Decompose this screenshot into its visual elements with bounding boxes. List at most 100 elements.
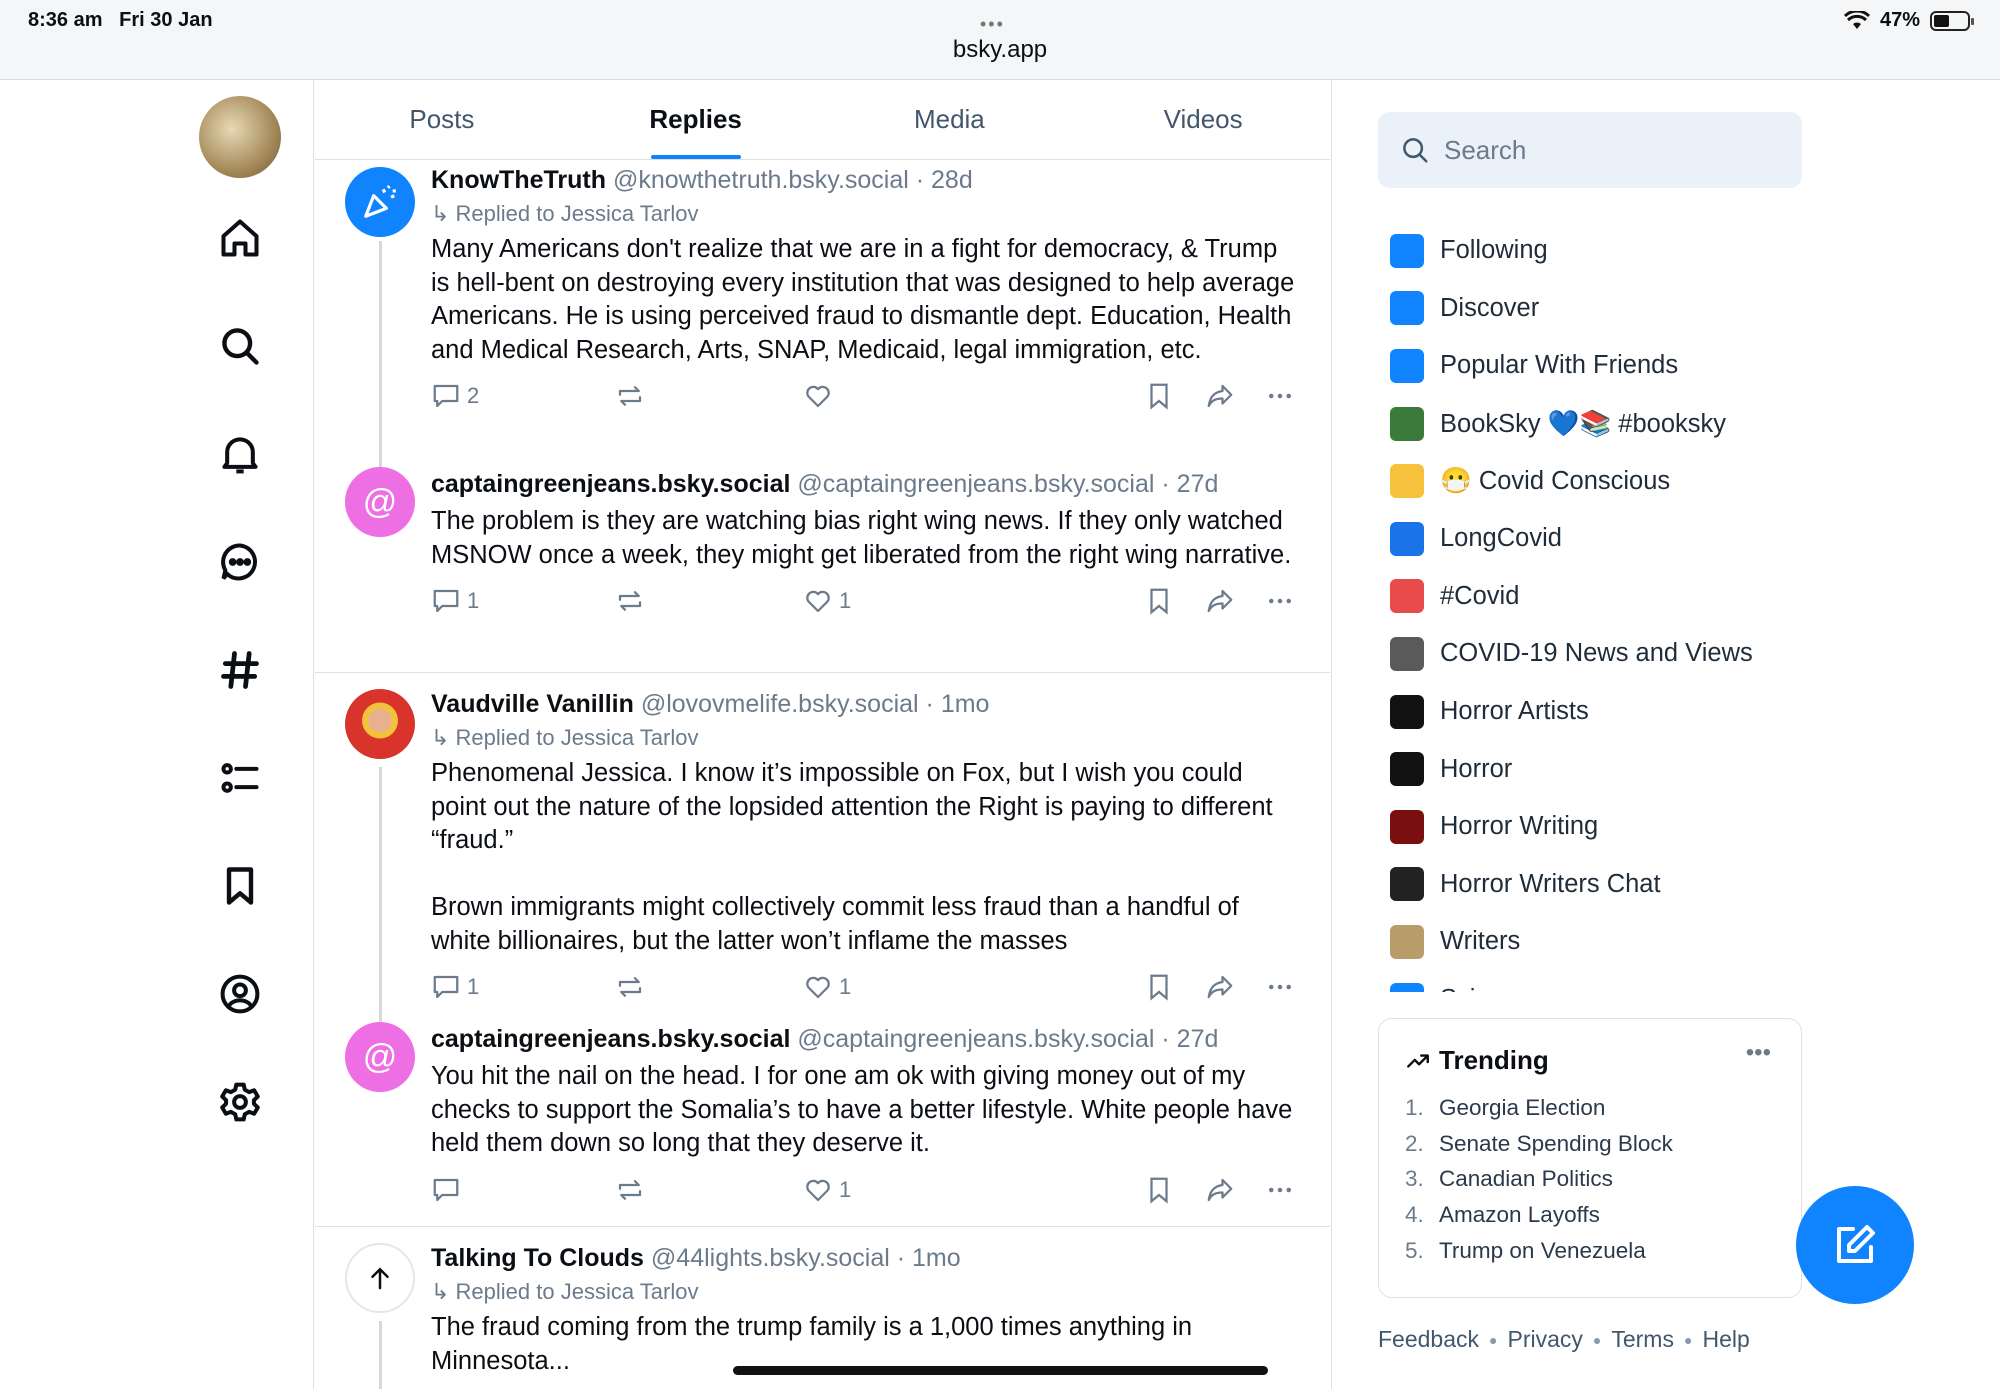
tab-posts[interactable]: Posts bbox=[315, 80, 569, 159]
author-handle[interactable]: @captaingreenjeans.bsky.social bbox=[797, 1025, 1154, 1053]
like-button[interactable]: 1 bbox=[803, 1175, 851, 1205]
feed-item[interactable]: COVID-19 News and Views bbox=[1390, 625, 1810, 683]
feed-item[interactable]: Writers bbox=[1390, 913, 1810, 971]
share-button[interactable] bbox=[1205, 381, 1235, 411]
trending-rank: 2. bbox=[1405, 1130, 1424, 1156]
tab-replies[interactable]: Replies bbox=[569, 80, 823, 159]
browser-menu-dots[interactable]: ••• bbox=[980, 14, 1005, 35]
search-placeholder: Search bbox=[1444, 134, 1527, 165]
trending-arrow-icon bbox=[1407, 1053, 1429, 1068]
trending-topic[interactable]: 4. Amazon Layoffs bbox=[1405, 1197, 1775, 1233]
hashtag-feeds-icon[interactable] bbox=[216, 646, 264, 694]
feed-item-label: Horror bbox=[1440, 754, 1513, 783]
trending-topic[interactable]: 2. Senate Spending Block bbox=[1405, 1126, 1775, 1162]
lists-icon[interactable] bbox=[216, 754, 264, 802]
author-name[interactable]: Vaudville Vanillin bbox=[431, 690, 634, 718]
reply-button[interactable]: 1 bbox=[431, 972, 479, 1002]
user-avatar[interactable]: @ bbox=[345, 467, 415, 537]
feed-item[interactable]: 😷 Covid Conscious bbox=[1390, 452, 1810, 510]
reply-button[interactable]: 1 bbox=[431, 586, 479, 616]
post[interactable]: Talking To Clouds @44lights.bsky.social … bbox=[315, 1227, 1330, 1389]
user-avatar[interactable]: @ bbox=[345, 1022, 415, 1092]
footer-privacy-link[interactable]: Privacy bbox=[1507, 1326, 1582, 1353]
footer-terms-link[interactable]: Terms bbox=[1611, 1326, 1674, 1353]
author-name[interactable]: captaingreenjeans.bsky.social bbox=[431, 1025, 790, 1053]
repost-icon bbox=[618, 977, 642, 997]
more-dots-icon bbox=[1269, 393, 1291, 399]
more-options-button[interactable] bbox=[1265, 972, 1295, 1002]
more-options-button[interactable] bbox=[1265, 1175, 1295, 1205]
trending-topic[interactable]: 5. Trump on Venezuela bbox=[1405, 1233, 1775, 1269]
profile-icon[interactable] bbox=[216, 970, 264, 1018]
feed-item[interactable]: Horror Artists bbox=[1390, 683, 1810, 741]
scroll-to-top-button[interactable] bbox=[345, 1243, 415, 1313]
bookmark-button[interactable] bbox=[1144, 972, 1174, 1002]
home-icon[interactable] bbox=[216, 214, 264, 262]
repost-button[interactable] bbox=[615, 586, 645, 616]
more-options-button[interactable] bbox=[1265, 381, 1295, 411]
feed-item[interactable]: Popular With Friends bbox=[1390, 337, 1810, 395]
feed-item[interactable]: LongCovid bbox=[1390, 510, 1810, 568]
author-name[interactable]: captaingreenjeans.bsky.social bbox=[431, 470, 790, 498]
bookmark-icon[interactable] bbox=[216, 862, 264, 910]
share-button[interactable] bbox=[1205, 1175, 1235, 1205]
like-button[interactable]: 1 bbox=[803, 586, 851, 616]
virus-icon bbox=[1390, 636, 1424, 671]
user-avatar[interactable] bbox=[345, 167, 415, 237]
post[interactable]: KnowTheTruth @knowthetruth.bsky.social ·… bbox=[315, 161, 1330, 481]
trending-more-button[interactable]: ••• bbox=[1746, 1039, 1771, 1067]
tab-media[interactable]: Media bbox=[823, 80, 1077, 159]
post-text: The problem is they are watching bias ri… bbox=[431, 507, 1292, 569]
reply-to-label[interactable]: ↳ Replied to Jessica Tarlov bbox=[431, 199, 1298, 229]
like-button[interactable] bbox=[803, 381, 839, 411]
reply-button[interactable] bbox=[431, 1175, 467, 1205]
feed-item[interactable]: Horror bbox=[1390, 740, 1810, 798]
feed-item-label: LongCovid bbox=[1440, 524, 1562, 553]
reply-button[interactable]: 2 bbox=[431, 381, 479, 411]
settings-gear-icon[interactable] bbox=[216, 1078, 264, 1126]
author-name[interactable]: Talking To Clouds bbox=[431, 1244, 644, 1272]
longcovid-icon bbox=[1390, 521, 1424, 556]
feed-item[interactable]: Discover bbox=[1390, 280, 1810, 338]
bookmark-button[interactable] bbox=[1144, 586, 1174, 616]
notifications-bell-icon[interactable] bbox=[216, 430, 264, 478]
repost-button[interactable] bbox=[615, 381, 645, 411]
profile-avatar[interactable] bbox=[199, 96, 281, 178]
bookmark-button[interactable] bbox=[1144, 381, 1174, 411]
post[interactable]: @ captaingreenjeans.bsky.social @captain… bbox=[315, 1022, 1330, 1226]
like-button[interactable]: 1 bbox=[803, 972, 851, 1002]
author-handle[interactable]: @captaingreenjeans.bsky.social bbox=[797, 470, 1154, 498]
feed-item[interactable]: Science bbox=[1390, 971, 1810, 992]
author-handle[interactable]: @lovovmelife.bsky.social bbox=[641, 690, 919, 718]
bookmark-button[interactable] bbox=[1144, 1175, 1174, 1205]
search-icon[interactable] bbox=[216, 322, 264, 370]
footer-help-link[interactable]: Help bbox=[1702, 1326, 1749, 1353]
compose-post-button[interactable] bbox=[1796, 1186, 1914, 1304]
user-avatar[interactable] bbox=[345, 689, 415, 759]
feed-item[interactable]: Horror Writers Chat bbox=[1390, 856, 1810, 914]
reply-to-label[interactable]: ↳ Replied to Jessica Tarlov bbox=[431, 1277, 1298, 1307]
trending-topic[interactable]: 1. Georgia Election bbox=[1405, 1090, 1775, 1126]
chat-icon[interactable] bbox=[216, 538, 264, 586]
share-button[interactable] bbox=[1205, 972, 1235, 1002]
feed-item[interactable]: Following bbox=[1390, 222, 1810, 280]
search-input[interactable]: Search bbox=[1378, 112, 1802, 188]
post-text: Many Americans don't realize that we are… bbox=[431, 235, 1300, 364]
footer-feedback-link[interactable]: Feedback bbox=[1378, 1326, 1479, 1353]
url-bar[interactable]: bsky.app bbox=[0, 36, 2000, 64]
repost-button[interactable] bbox=[615, 1175, 645, 1205]
feed-item[interactable]: BookSky 💙📚 #booksky bbox=[1390, 395, 1810, 453]
reply-to-label[interactable]: ↳ Replied to Jessica Tarlov bbox=[431, 723, 1298, 753]
post[interactable]: @ captaingreenjeans.bsky.social @captain… bbox=[315, 467, 1330, 672]
share-button[interactable] bbox=[1205, 586, 1235, 616]
trending-topic[interactable]: 3. Canadian Politics bbox=[1405, 1161, 1775, 1197]
feed-item[interactable]: Horror Writing bbox=[1390, 798, 1810, 856]
repost-button[interactable] bbox=[615, 972, 645, 1002]
more-options-button[interactable] bbox=[1265, 586, 1295, 616]
tab-videos[interactable]: Videos bbox=[1076, 80, 1330, 159]
post[interactable]: Vaudville Vanillin @lovovmelife.bsky.soc… bbox=[315, 673, 1330, 1043]
author-handle[interactable]: @44lights.bsky.social bbox=[651, 1244, 890, 1272]
feed-item[interactable]: #Covid bbox=[1390, 568, 1810, 626]
author-handle[interactable]: @knowthetruth.bsky.social bbox=[613, 166, 909, 194]
author-name[interactable]: KnowTheTruth bbox=[431, 166, 606, 194]
